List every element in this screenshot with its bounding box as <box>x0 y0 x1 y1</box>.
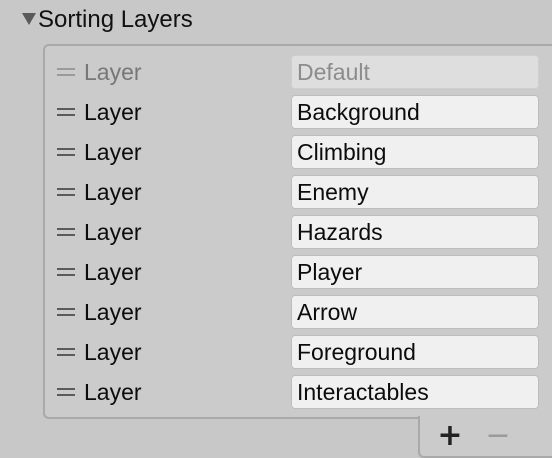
layer-name-field[interactable]: Background <box>291 95 539 129</box>
layer-label: Layer <box>84 219 142 245</box>
layer-row[interactable]: Layer Player <box>45 252 552 292</box>
sorting-layers-list: Layer Default Layer Background Layer Cli… <box>43 44 552 419</box>
layer-label: Layer <box>84 99 142 125</box>
drag-handle-icon[interactable] <box>57 148 75 156</box>
layer-name-field: Default <box>291 55 539 89</box>
layer-row[interactable]: Layer Background <box>45 92 552 132</box>
drag-handle-icon[interactable] <box>57 228 75 236</box>
layer-label: Layer <box>84 339 142 365</box>
layer-label: Layer <box>84 139 142 165</box>
layer-name-field[interactable]: Climbing <box>291 135 539 169</box>
drag-handle-icon[interactable] <box>57 348 75 356</box>
layer-label: Layer <box>84 59 142 85</box>
layer-name-field[interactable]: Interactables <box>291 375 539 409</box>
drag-handle-icon[interactable] <box>57 388 75 396</box>
drag-handle-icon <box>57 68 75 76</box>
layer-row: Layer Default <box>45 52 552 92</box>
remove-layer-button[interactable]: − <box>480 420 516 452</box>
list-footer: + − <box>418 416 552 458</box>
drag-handle-icon[interactable] <box>57 308 75 316</box>
layer-name-field[interactable]: Arrow <box>291 295 539 329</box>
layer-label: Layer <box>84 299 142 325</box>
sorting-layers-header[interactable]: Sorting Layers <box>0 0 552 40</box>
layer-row[interactable]: Layer Interactables <box>45 372 552 412</box>
drag-handle-icon[interactable] <box>57 268 75 276</box>
section-title: Sorting Layers <box>38 6 193 33</box>
layer-name-field[interactable]: Foreground <box>291 335 539 369</box>
layer-row[interactable]: Layer Enemy <box>45 172 552 212</box>
drag-handle-icon[interactable] <box>57 108 75 116</box>
layer-row[interactable]: Layer Foreground <box>45 332 552 372</box>
drag-handle-icon[interactable] <box>57 188 75 196</box>
foldout-triangle-icon[interactable] <box>22 13 36 25</box>
layer-label: Layer <box>84 259 142 285</box>
layer-name-field[interactable]: Enemy <box>291 175 539 209</box>
layer-name-field[interactable]: Hazards <box>291 215 539 249</box>
layer-name-field[interactable]: Player <box>291 255 539 289</box>
layer-row[interactable]: Layer Climbing <box>45 132 552 172</box>
add-layer-button[interactable]: + <box>432 420 468 452</box>
layer-row[interactable]: Layer Arrow <box>45 292 552 332</box>
layer-label: Layer <box>84 379 142 405</box>
layer-label: Layer <box>84 179 142 205</box>
layer-row[interactable]: Layer Hazards <box>45 212 552 252</box>
